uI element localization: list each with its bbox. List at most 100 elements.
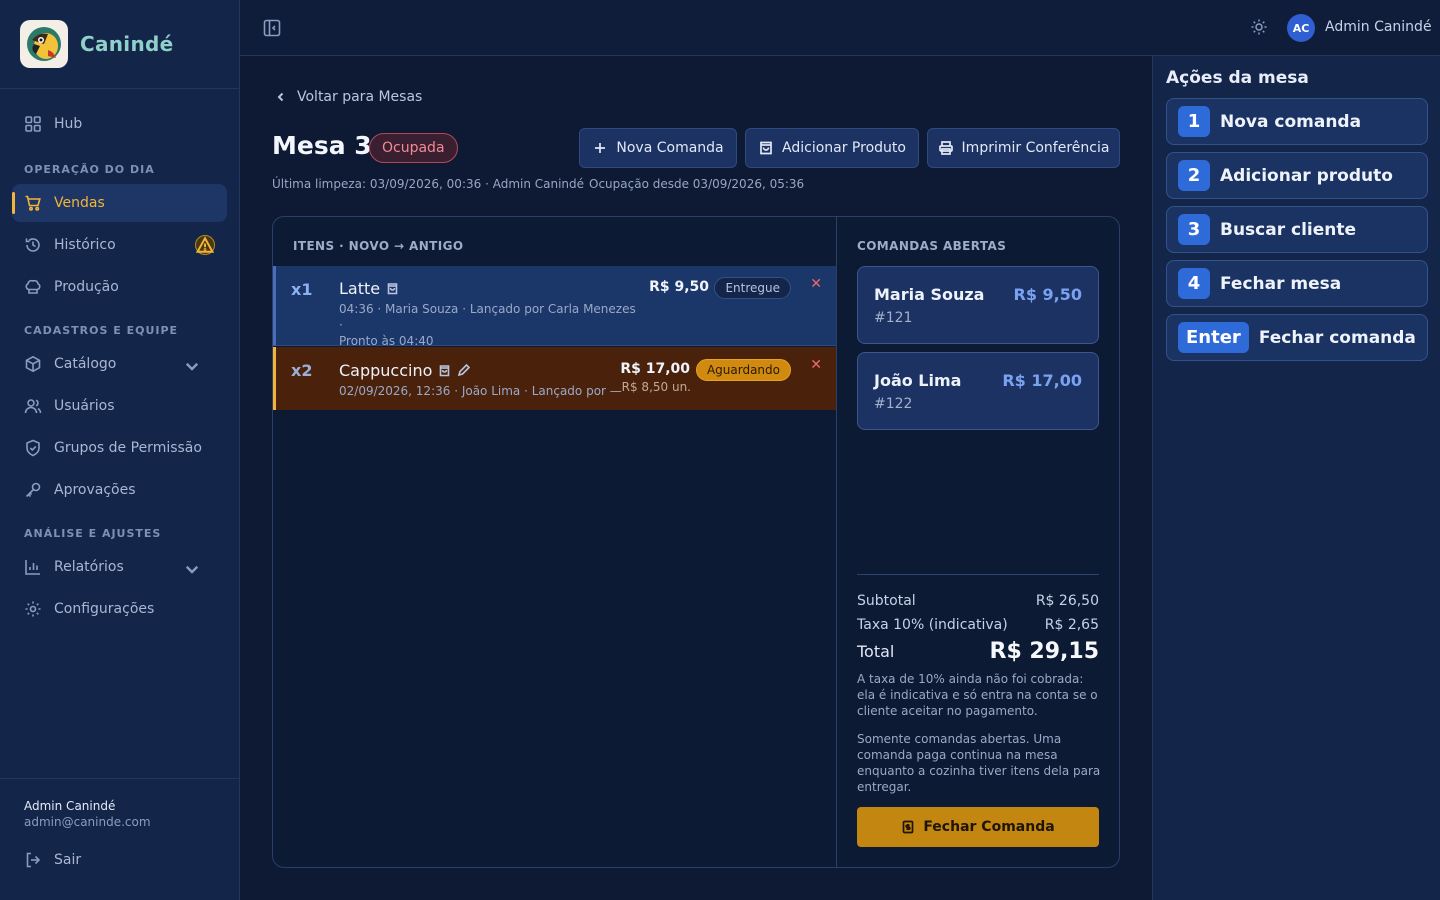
item-unit-price: R$ 8,50 un. — [621, 380, 691, 394]
sidebar-item-historico[interactable]: Histórico — [12, 226, 227, 264]
action-adicionar-produto[interactable]: 2 Adicionar produto — [1166, 152, 1428, 199]
taxa-note: A taxa de 10% ainda não foi cobrada: ela… — [857, 672, 1098, 718]
sidebar-item-grupos[interactable]: Grupos de Permissão — [12, 429, 227, 467]
comanda-card[interactable]: Maria Souza #121 R$ 9,50 — [857, 266, 1099, 344]
adicionar-produto-label: Adicionar Produto — [782, 140, 906, 156]
item-row[interactable]: x2 Cappuccino 02/09/2026, 12:36 · João L… — [273, 347, 836, 410]
logout-icon — [26, 852, 41, 868]
fechar-comanda-button[interactable]: Fechar Comanda — [857, 807, 1099, 847]
sidebar-item-configuracoes[interactable]: Configurações — [12, 590, 227, 628]
back-link-label: Voltar para Mesas — [297, 89, 423, 105]
comanda-value: R$ 17,00 — [1002, 371, 1082, 390]
item-row[interactable]: x1 Latte 04:36 · Maria Souza · Lançado p… — [273, 266, 836, 349]
avatar[interactable]: AC — [1287, 14, 1315, 42]
nova-comanda-button[interactable]: Nova Comanda — [579, 128, 737, 168]
nav-section-analise: ANÁLISE E AJUSTES — [24, 527, 162, 540]
receipt-icon — [902, 820, 914, 834]
action-fechar-comanda[interactable]: Enter Fechar comanda — [1166, 314, 1428, 361]
shortcut-key: 3 — [1178, 214, 1210, 245]
action-nova-comanda[interactable]: 1 Nova comanda — [1166, 98, 1428, 145]
item-name-text: Cappuccino — [339, 361, 433, 380]
chef-hat-icon — [25, 279, 41, 294]
comanda-value: R$ 9,50 — [1013, 285, 1083, 304]
comanda-number: #121 — [874, 310, 913, 326]
taxa-label: Taxa 10% (indicativa) — [857, 617, 1008, 633]
sidebar: Canindé Hub OPERAÇÃO DO DIA Vendas Histó… — [0, 0, 240, 900]
comandas-header: COMANDAS ABERTAS — [857, 239, 1007, 253]
nav-section-cadastros: CADASTROS E EQUIPE — [24, 324, 179, 337]
shortcut-key: 1 — [1178, 106, 1210, 137]
chevron-left-icon — [277, 92, 284, 102]
caninde-logo — [20, 20, 68, 68]
sidebar-item-hub[interactable]: Hub — [12, 105, 227, 143]
subtotal-value: R$ 26,50 — [1035, 593, 1099, 609]
mesa-panel: ITENS · NOVO → ANTIGO x1 Latte 04:36 · M… — [272, 216, 1120, 868]
item-status-badge: Entregue — [714, 277, 791, 299]
shortcut-key: 2 — [1178, 160, 1210, 191]
item-price: R$ 9,50 — [649, 279, 709, 295]
subtotal-row: Subtotal R$ 26,50 — [857, 593, 1099, 609]
remove-item-button[interactable]: ✕ — [810, 357, 822, 373]
total-label: Total — [857, 642, 895, 661]
grid-icon — [25, 116, 41, 132]
item-meta-line1: 04:36 · Maria Souza · Lançado por Carla … — [339, 302, 636, 332]
shopping-bag-icon — [387, 283, 398, 295]
adicionar-produto-button[interactable]: Adicionar Produto — [745, 128, 919, 168]
topbar-user-name[interactable]: Admin Canindé — [1325, 19, 1432, 35]
status-badge: Ocupada — [369, 133, 458, 163]
items-header: ITENS · NOVO → ANTIGO — [293, 239, 464, 253]
sidebar-nav: Hub OPERAÇÃO DO DIA Vendas Histórico Pro… — [0, 89, 239, 642]
actions-panel: Ações da mesa 1 Nova comanda 2 Adicionar… — [1152, 56, 1440, 900]
sidebar-item-aprovacoes[interactable]: Aprovações — [12, 471, 227, 509]
action-label: Fechar comanda — [1258, 327, 1416, 348]
shortcut-key: 4 — [1178, 268, 1210, 299]
imprimir-conferencia-button[interactable]: Imprimir Conferência — [927, 128, 1120, 168]
comanda-name: João Lima — [874, 371, 962, 390]
topbar: AC Admin Canindé — [240, 0, 1440, 56]
back-link[interactable]: Voltar para Mesas — [275, 89, 422, 105]
item-status-badge: Aguardando — [695, 359, 791, 381]
comanda-card[interactable]: João Lima #122 R$ 17,00 — [857, 352, 1099, 430]
comandas-note: Somente comandas abertas. Uma comanda pa… — [857, 732, 1101, 794]
nav-section-operacao: OPERAÇÃO DO DIA — [24, 163, 155, 176]
sidebar-item-relatorios[interactable]: Relatórios — [12, 548, 227, 586]
action-label: Nova comanda — [1220, 111, 1362, 132]
nova-comanda-label: Nova Comanda — [616, 140, 724, 156]
action-fechar-mesa[interactable]: 4 Fechar mesa — [1166, 260, 1428, 307]
comandas-column: COMANDAS ABERTAS Maria Souza #121 R$ 9,5… — [837, 217, 1119, 867]
action-buscar-cliente[interactable]: 3 Buscar cliente — [1166, 206, 1428, 253]
sidebar-toggle-icon[interactable] — [262, 18, 282, 38]
occupied-since-info: Ocupação desde 03/09/2026, 05:36 — [589, 177, 805, 191]
sidebar-item-usuarios[interactable]: Usuários — [12, 387, 227, 425]
action-label: Adicionar produto — [1220, 165, 1393, 186]
users-icon — [24, 399, 42, 414]
sidebar-item-vendas[interactable]: Vendas — [12, 184, 227, 222]
sun-icon[interactable] — [1250, 18, 1268, 36]
remove-item-button[interactable]: ✕ — [810, 276, 822, 292]
item-name-text: Latte — [339, 279, 381, 298]
brand[interactable]: Canindé — [0, 0, 239, 89]
sidebar-item-label: Relatórios — [54, 559, 124, 575]
printer-icon — [938, 141, 953, 155]
last-clean-info: Última limpeza: 03/09/2026, 00:36 · Admi… — [272, 177, 585, 191]
total-row: Total R$ 29,15 — [857, 639, 1099, 664]
logout-button[interactable]: Sair — [24, 851, 215, 869]
box-icon — [25, 355, 41, 373]
action-label: Buscar cliente — [1220, 219, 1357, 240]
brand-name: Canindé — [80, 32, 174, 56]
sidebar-item-label: Catálogo — [54, 356, 117, 372]
subtotal-label: Subtotal — [857, 593, 916, 609]
plus-icon — [595, 143, 606, 153]
cart-icon — [25, 195, 41, 211]
sidebar-item-label: Produção — [54, 279, 119, 295]
sidebar-item-producao[interactable]: Produção — [12, 268, 227, 306]
sidebar-item-catalogo[interactable]: Catálogo — [12, 345, 227, 383]
item-meta: 04:36 · Maria Souza · Lançado por Carla … — [339, 301, 639, 349]
sidebar-item-label: Aprovações — [54, 482, 136, 498]
sidebar-user-name: Admin Canindé — [24, 799, 116, 813]
comanda-number: #122 — [874, 396, 913, 412]
page-title: Mesa 3 — [272, 131, 372, 160]
history-icon — [25, 238, 40, 252]
gear-icon — [25, 601, 41, 617]
pencil-icon[interactable] — [457, 364, 471, 377]
